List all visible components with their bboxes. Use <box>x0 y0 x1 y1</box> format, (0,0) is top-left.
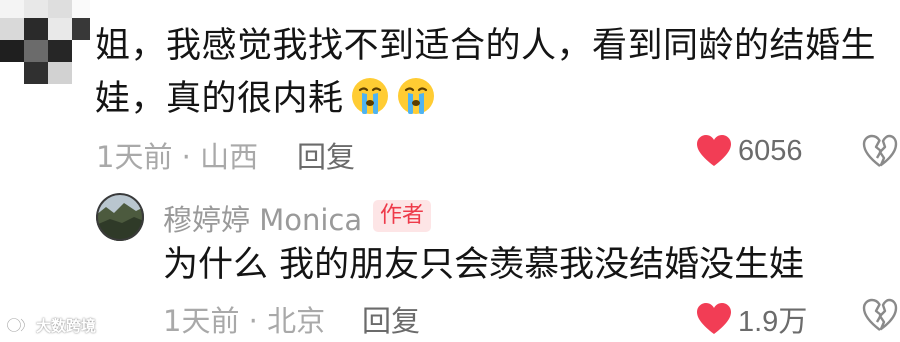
comment-reply-button[interactable]: 回复 <box>297 134 355 176</box>
dislike-broken-heart-icon[interactable] <box>862 134 898 168</box>
watermark: 大数跨境 <box>6 314 96 336</box>
comment-like-count: 6056 <box>738 134 803 167</box>
reply-author-name[interactable]: 穆婷婷 Monica <box>163 197 362 239</box>
comment-line-2: 娃，真的很内耗 <box>95 79 344 119</box>
comment-line-1: 姐，我感觉我找不到适合的人，看到同龄的结婚生 <box>95 26 877 66</box>
reply-author-avatar[interactable] <box>96 193 144 241</box>
dislike-broken-heart-icon[interactable] <box>862 298 898 332</box>
reply-like-button[interactable]: 1.9万 <box>696 298 807 340</box>
heart-icon <box>697 135 731 166</box>
watermark-text: 大数跨境 <box>36 316 97 335</box>
watermark-logo-icon <box>6 317 26 333</box>
comment-like-button[interactable]: 6056 <box>696 134 803 168</box>
landscape-avatar-icon <box>96 193 144 241</box>
comment-time-location: 1天前 · 山西 <box>96 140 259 174</box>
crying-face-icon <box>351 78 388 114</box>
comment-thread: 姐，我感觉我找不到适合的人，看到同龄的结婚生 娃，真的很内耗 1天前 · 山西 … <box>0 0 900 342</box>
heart-icon <box>697 303 731 334</box>
author-badge: 作者 <box>373 200 431 232</box>
comment-body: 姐，我感觉我找不到适合的人，看到同龄的结婚生 娃，真的很内耗 <box>95 20 885 126</box>
commenter-avatar[interactable] <box>0 0 90 84</box>
crying-face-icon <box>397 78 434 114</box>
reply-like-count: 1.9万 <box>738 306 808 338</box>
reply-body: 为什么 我的朋友只会羡慕我没结婚没生娃 <box>163 245 805 285</box>
reply-reply-button[interactable]: 回复 <box>362 298 420 340</box>
comment-line-2-wrap: 娃，真的很内耗 <box>95 73 885 126</box>
reply-time-location: 1天前 · 北京 <box>163 304 326 338</box>
